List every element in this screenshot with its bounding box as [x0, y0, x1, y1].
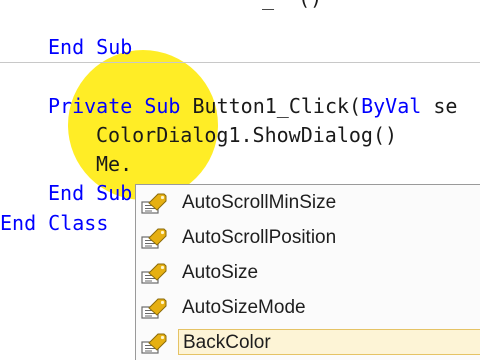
code-line-end-sub-2: End Sub [48, 181, 132, 205]
code-line-colordialog: ColorDialog1.ShowDialog() [96, 123, 397, 147]
keyword-sub: Sub [144, 94, 181, 118]
property-icon [140, 331, 168, 355]
completion-item-label: AutoScrollPosition [182, 227, 337, 248]
completion-item[interactable]: BackColor [136, 326, 480, 360]
completion-item-label: AutoSizeMode [182, 297, 306, 318]
keyword-end: End [0, 211, 37, 235]
keyword-sub: Sub [96, 35, 133, 59]
me-member-access: Me. [96, 152, 133, 176]
method-name: Button1_Click( [192, 94, 362, 118]
keyword-end: End [48, 35, 85, 59]
code-partial-text: _ () [262, 0, 322, 10]
intellisense-popup[interactable]: AutoScrollMinSize AutoScrollPosition AutoS… [135, 184, 480, 360]
keyword-sub: Sub [96, 181, 133, 205]
code-line-private-sub: Private Sub Button1_Click(ByVal se [48, 94, 457, 118]
property-icon [140, 261, 168, 285]
param-partial: se [421, 94, 458, 118]
code-line-end-class: End Class [0, 211, 108, 235]
procedure-separator [0, 62, 480, 63]
completion-item[interactable]: AutoSizeMode [136, 291, 480, 325]
completion-item-label: AutoSize [182, 262, 259, 283]
completion-item[interactable]: AutoSize [136, 256, 480, 290]
completion-item-label: AutoScrollMinSize [182, 192, 337, 213]
code-line-me[interactable]: Me. [96, 152, 132, 176]
keyword-private: Private [48, 94, 133, 118]
completion-item[interactable]: AutoScrollPosition [136, 221, 480, 255]
property-icon [140, 226, 168, 250]
completion-item-label: BackColor [178, 329, 480, 355]
keyword-byval: ByVal [361, 94, 422, 118]
colordialog-call: ColorDialog1.ShowDialog() [96, 123, 398, 147]
code-line-end-sub: End Sub [48, 35, 132, 59]
property-icon [140, 191, 168, 215]
keyword-end: End [48, 181, 85, 205]
code-editor[interactable]: _ () End Sub Private Sub Button1_Click(B… [0, 0, 480, 360]
completion-item[interactable]: AutoScrollMinSize [136, 186, 480, 220]
code-line-partial-top: _ () [262, 0, 322, 10]
property-icon [140, 296, 168, 320]
keyword-class: Class [48, 211, 109, 235]
